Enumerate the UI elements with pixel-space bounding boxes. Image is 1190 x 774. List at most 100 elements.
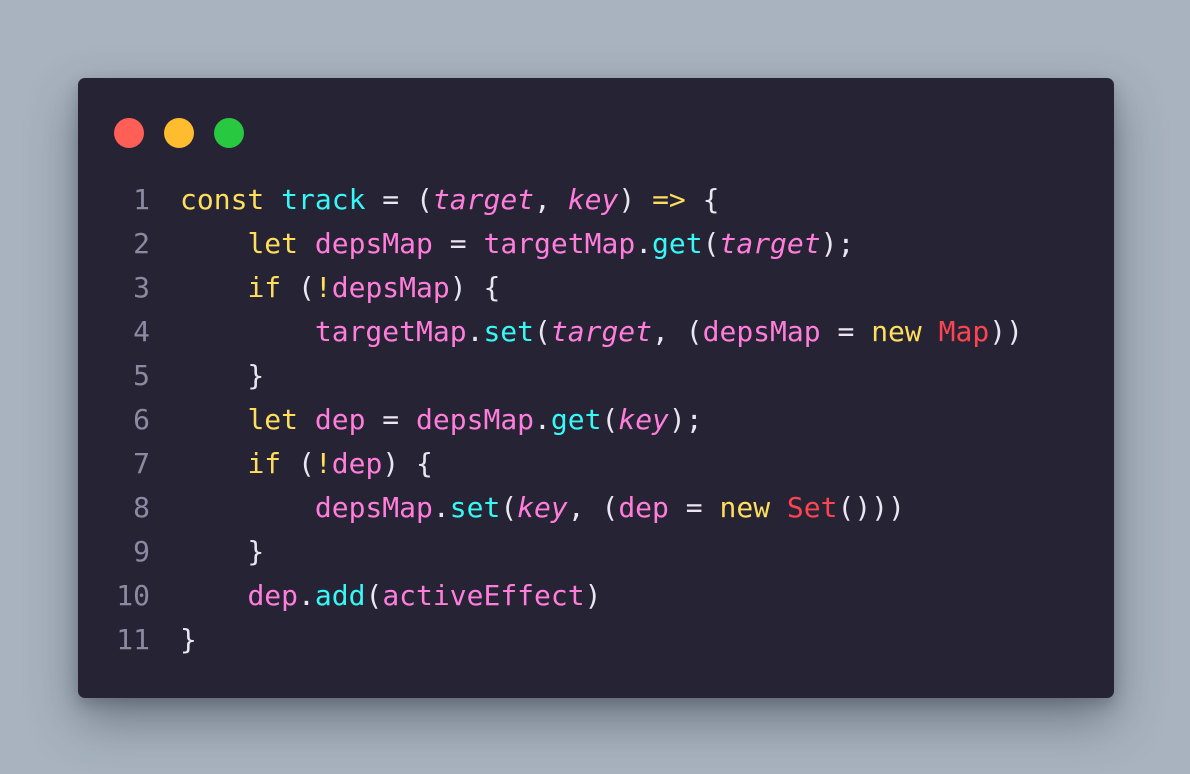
code-token-plain: ); [820, 227, 855, 260]
maximize-icon[interactable] [214, 118, 244, 148]
code-token-plain: = [432, 227, 484, 260]
code-token-plain: , [534, 183, 568, 216]
code-token-plain: ( [281, 271, 315, 304]
code-token-plain: = [820, 315, 872, 348]
code-token-param: target [432, 183, 535, 216]
code-token-plain: } [180, 359, 265, 392]
code-token-plain: , ( [567, 491, 619, 524]
code-text: dep.add(activeEffect) [180, 574, 601, 618]
code-token-plain: , ( [652, 315, 703, 348]
code-token-keyword: => [652, 183, 686, 216]
code-token-plain: ( [365, 579, 383, 612]
code-text: } [180, 530, 264, 574]
line-number: 3 [133, 271, 150, 304]
line-number: 4 [133, 315, 150, 348]
code-token-keyword: new [719, 491, 771, 524]
code-token-plain: . [466, 315, 484, 348]
code-token-keyword: const [180, 183, 265, 216]
code-text: depsMap.set(key, (dep = new Set())) [180, 486, 905, 530]
code-text: } [180, 618, 197, 662]
code-token-plain: { [685, 183, 720, 216]
code-token-param: key [567, 183, 619, 216]
code-text: targetMap.set(target, (depsMap = new Map… [180, 310, 1023, 354]
code-token-plain: ) { [449, 271, 501, 304]
code-token-param: target [550, 315, 653, 348]
code-token-variable: dep [331, 447, 383, 480]
code-token-function: set [449, 491, 501, 524]
code-token-param: target [719, 227, 821, 260]
code-text: if (!depsMap) { [180, 266, 500, 310]
code-token-variable: dep [314, 403, 366, 436]
code-token-plain: ())) [837, 491, 905, 524]
code-token-plain: ) { [382, 447, 433, 480]
code-token-variable: dep [247, 579, 299, 612]
code-token-plain: . [432, 491, 450, 524]
line-number: 6 [133, 403, 150, 436]
code-text: if (!dep) { [180, 442, 433, 486]
code-token-plain: } [180, 623, 197, 656]
line-number: 2 [133, 227, 150, 260]
code-window: 1 const track = (target, key) => { 2 let d… [78, 78, 1114, 698]
code-token-plain: ); [668, 403, 703, 436]
code-token-plain: ) [584, 579, 602, 612]
close-icon[interactable] [114, 118, 144, 148]
code-token-keyword: if [247, 271, 282, 304]
code-token-plain: ( [534, 315, 551, 348]
line-number: 5 [133, 359, 150, 392]
minimize-icon[interactable] [164, 118, 194, 148]
code-token-function: set [483, 315, 535, 348]
code-token-plain: } [180, 535, 265, 568]
code-token-keyword: let [247, 227, 299, 260]
code-token-plain: . [534, 403, 551, 436]
code-token-plain: ( [601, 403, 619, 436]
code-token-variable: targetMap [314, 315, 467, 348]
code-token-plain: ( [500, 491, 518, 524]
code-token-plain: ) [618, 183, 653, 216]
code-token-function: add [314, 579, 366, 612]
code-token-keyword: ! [314, 271, 332, 304]
code-token-variable: targetMap [483, 227, 636, 260]
line-number: 8 [133, 491, 150, 524]
code-token-function: get [550, 403, 602, 436]
code-token-param: key [618, 403, 669, 436]
code-token-keyword: if [247, 447, 282, 480]
code-token-plain: ( [702, 227, 720, 260]
code-token-variable: activeEffect [382, 579, 585, 612]
line-number: 1 [133, 183, 150, 216]
code-token-plain: = [365, 403, 417, 436]
line-number: 10 [116, 579, 150, 612]
code-token-plain: = ( [365, 183, 433, 216]
code-token-keyword: new [871, 315, 922, 348]
code-token-plain: . [635, 227, 653, 260]
code-token-plain: = [668, 491, 720, 524]
code-token-keyword: let [247, 403, 299, 436]
code-token-variable: depsMap [314, 491, 433, 524]
code-text: } [180, 354, 264, 398]
code-token-class: Set [786, 491, 838, 524]
code-text: let depsMap = targetMap.get(target); [180, 222, 854, 266]
code-token-param: key [517, 491, 568, 524]
code-text: const track = (target, key) => { [180, 178, 720, 222]
code-token-variable: dep [618, 491, 669, 524]
line-number: 11 [116, 623, 150, 656]
code-token-keyword: ! [314, 447, 332, 480]
code-token-variable: depsMap [416, 403, 535, 436]
code-token-variable: depsMap [331, 271, 450, 304]
code-token-plain: ( [281, 447, 315, 480]
code-token-plain: . [298, 579, 315, 612]
code-token-function: get [652, 227, 703, 260]
code-token-plain: )) [989, 315, 1023, 348]
code-text: let dep = depsMap.get(key); [180, 398, 703, 442]
